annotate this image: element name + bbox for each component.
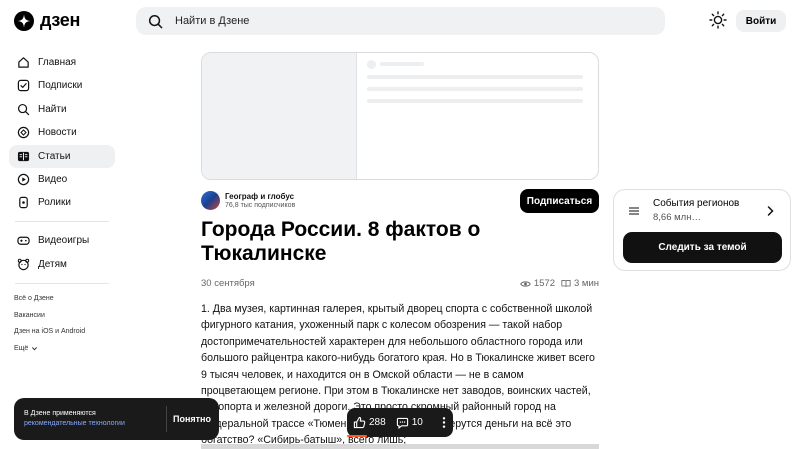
sun-icon	[709, 11, 727, 29]
search-icon	[17, 103, 30, 116]
like-button[interactable]: 288	[353, 416, 386, 429]
channel-name[interactable]: Географ и глобус	[225, 192, 295, 201]
sidebar-item-shorts[interactable]: Ролики	[9, 191, 115, 214]
article-media-placeholder	[201, 52, 599, 180]
sidebar-item-label: Ролики	[38, 197, 71, 209]
sidebar-item-news[interactable]: Новости	[9, 121, 115, 144]
search-bar[interactable]	[136, 7, 665, 35]
topic-title[interactable]: События регионов	[653, 198, 739, 209]
sidebar: Главная Подписки Найти Новости Статьи Ви…	[9, 51, 115, 357]
comment-icon	[396, 417, 408, 429]
sidebar-item-kids[interactable]: Детям	[9, 253, 115, 276]
footer-link-apps[interactable]: Дзен на iOS и Android	[9, 324, 115, 341]
cookie-text: В Дзене применяются рекомендательные тех…	[24, 409, 125, 429]
news-icon	[17, 126, 30, 139]
gamepad-icon	[17, 234, 30, 247]
sidebar-item-search[interactable]: Найти	[9, 98, 115, 121]
footer-link-more[interactable]: Ещё	[9, 340, 115, 357]
footer-link-about[interactable]: Всё о Дзене	[9, 291, 115, 308]
kids-icon	[17, 258, 30, 271]
image-placeholder	[202, 53, 357, 179]
chevron-right-icon[interactable]	[766, 205, 775, 217]
cookie-message: В Дзене применяются	[24, 410, 96, 417]
skeleton-line	[367, 99, 583, 103]
article-title: Города России. 8 фактов о Тюкалинске	[201, 218, 481, 265]
logo[interactable]: дзен	[14, 10, 80, 31]
sidebar-item-label: Подписки	[38, 80, 83, 92]
subscribe-button[interactable]: Подписаться	[520, 189, 599, 213]
next-block-placeholder	[201, 444, 599, 449]
article-meta: 30 сентября 1572 3 мин	[201, 278, 599, 289]
more-vertical-icon	[442, 417, 446, 428]
footer-link-vacancies[interactable]: Вакансии	[9, 307, 115, 324]
comments-count: 10	[411, 417, 423, 428]
follow-topic-button[interactable]: Следить за темой	[623, 232, 782, 263]
footer-link-label: Всё о Дзене	[14, 295, 54, 303]
chevron-down-icon	[32, 347, 38, 351]
sidebar-item-videogames[interactable]: Видеоигры	[9, 229, 115, 252]
login-button[interactable]: Войти	[736, 10, 786, 32]
footer-link-label: Дзен на iOS и Android	[14, 328, 86, 336]
shorts-icon	[17, 196, 30, 209]
article-date: 30 сентября	[201, 278, 255, 289]
subscriptions-icon	[17, 79, 30, 92]
cookie-banner: В Дзене применяются рекомендательные тех…	[14, 398, 219, 440]
article-action-bar: 288 10	[347, 408, 453, 437]
thumbs-up-icon	[353, 416, 366, 429]
channel-subscribers: 76,8 тыс подписчиков	[225, 202, 296, 209]
sidebar-item-label: Видеоигры	[38, 235, 90, 247]
video-icon	[17, 173, 30, 186]
sidebar-divider	[15, 221, 109, 223]
reading-progress-indicator	[347, 435, 367, 437]
sidebar-item-home[interactable]: Главная	[9, 51, 115, 74]
sidebar-item-subscriptions[interactable]: Подписки	[9, 74, 115, 97]
views-count: 1572	[533, 278, 555, 289]
likes-count: 288	[369, 417, 386, 428]
footer-link-label: Вакансии	[14, 311, 45, 319]
channel-avatar[interactable]	[201, 191, 220, 210]
sidebar-item-label: Новости	[38, 127, 77, 139]
sidebar-item-video[interactable]: Видео	[9, 168, 115, 191]
search-icon	[148, 14, 163, 28]
sidebar-divider	[15, 282, 109, 284]
footer-link-label: Ещё	[14, 344, 29, 352]
more-options-button[interactable]	[441, 416, 447, 429]
search-input[interactable]	[175, 15, 615, 27]
logo-text: дзен	[40, 10, 81, 30]
skeleton-line	[367, 87, 583, 91]
book-icon	[561, 280, 571, 287]
eye-icon	[520, 280, 531, 287]
sidebar-item-label: Статьи	[38, 150, 71, 162]
sidebar-item-label: Видео	[38, 173, 68, 185]
topic-subscribers: 8,66 млн…	[653, 212, 701, 223]
list-icon	[629, 207, 639, 215]
skeleton-line	[367, 75, 583, 79]
channel-info[interactable]: Географ и глобус 76,8 тыс подписчиков	[201, 191, 295, 210]
sidebar-item-label: Детям	[38, 258, 67, 270]
sidebar-item-articles[interactable]: Статьи	[9, 144, 115, 168]
dzen-logo-icon	[14, 10, 34, 31]
comments-button[interactable]: 10	[396, 417, 423, 429]
read-time: 3 мин	[573, 278, 599, 289]
skeleton-circle	[367, 60, 376, 69]
cookie-divider	[166, 406, 167, 432]
sidebar-item-label: Главная	[38, 57, 77, 68]
articles-icon	[17, 150, 30, 163]
sidebar-item-label: Найти	[38, 103, 67, 115]
cookie-accept-button[interactable]: Понятно	[169, 406, 215, 432]
skeleton-line	[380, 62, 424, 66]
theme-toggle-button[interactable]	[709, 11, 727, 29]
home-icon	[17, 56, 30, 69]
topic-widget: События регионов 8,66 млн… Следить за те…	[613, 189, 791, 271]
recommendation-tech-link[interactable]: рекомендательные технологии	[24, 420, 125, 427]
